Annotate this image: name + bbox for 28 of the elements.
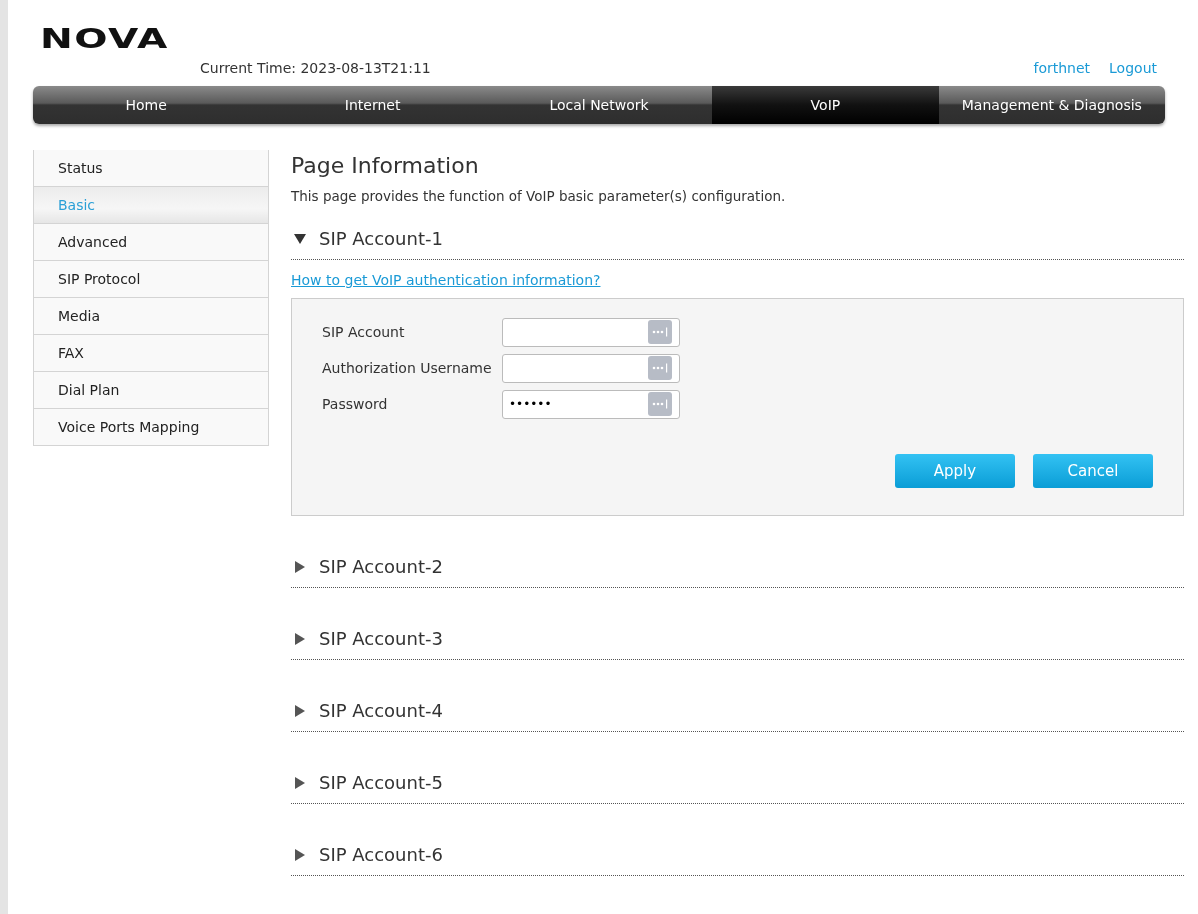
logo: NOVA bbox=[40, 24, 169, 54]
sidebar-item[interactable]: Dial Plan bbox=[33, 372, 269, 409]
field-label: Password bbox=[322, 396, 389, 412]
section-header[interactable]: SIP Account-6 bbox=[291, 834, 1184, 876]
section-header[interactable]: SIP Account-3 bbox=[291, 618, 1184, 660]
sidebar-item[interactable]: Status bbox=[33, 150, 269, 187]
nav-tab[interactable]: Local Network bbox=[485, 86, 713, 124]
page-description: This page provides the function of VoIP basic parameter(s) configuration. bbox=[291, 188, 787, 204]
section-header[interactable]: SIP Account-5 bbox=[291, 762, 1184, 804]
nav-tab[interactable]: Management & Diagnosis bbox=[938, 86, 1165, 124]
section-header[interactable]: SIP Account-1 bbox=[291, 218, 1184, 260]
sidebar-item[interactable]: Media bbox=[33, 298, 269, 335]
field-label: SIP Account bbox=[322, 324, 406, 340]
nav-tab[interactable]: Internet bbox=[259, 86, 486, 124]
section-header[interactable]: SIP Account-2 bbox=[291, 546, 1184, 588]
sidebar-item[interactable]: Advanced bbox=[33, 224, 269, 261]
sidebar-item[interactable]: Voice Ports Mapping bbox=[33, 409, 269, 446]
nav-tab[interactable]: VoIP bbox=[712, 86, 939, 124]
password-toggle-icon[interactable] bbox=[648, 356, 672, 380]
page-title: Page Information bbox=[291, 153, 480, 178]
section-header[interactable]: SIP Account-4 bbox=[291, 690, 1184, 732]
password-toggle-icon[interactable] bbox=[648, 392, 672, 416]
password-toggle-icon[interactable] bbox=[648, 320, 672, 344]
sidebar-item[interactable]: SIP Protocol bbox=[33, 261, 269, 298]
nav-tab[interactable]: Home bbox=[33, 86, 260, 124]
sidebar-item[interactable]: FAX bbox=[33, 335, 269, 372]
current-time: Current Time: 2023-08-13T21:11 bbox=[200, 60, 431, 76]
field-label: Authorization Username bbox=[322, 360, 493, 376]
